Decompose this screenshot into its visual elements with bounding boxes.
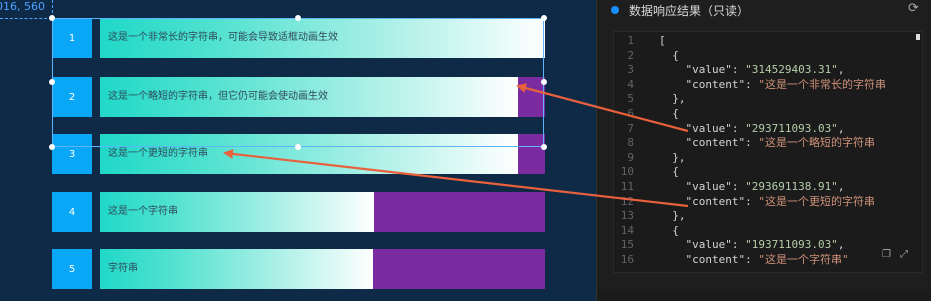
code-line: 5 }, bbox=[614, 93, 920, 105]
line-number: 16 bbox=[620, 253, 634, 266]
line-number: 7 bbox=[627, 121, 634, 135]
expand-icon[interactable]: ⤢ bbox=[900, 249, 908, 260]
resize-handle[interactable] bbox=[541, 79, 547, 85]
bar-row[interactable]: 4 这是一个字符串 bbox=[52, 192, 545, 232]
line-number: 13 bbox=[620, 209, 634, 223]
line-number: 9 bbox=[627, 150, 634, 164]
canvas-area: 016, 560 1 这是一个非常长的字符串，可能会导致适框动画生效 2 这是一… bbox=[0, 0, 596, 301]
code-text: }, bbox=[659, 209, 686, 223]
code-line: 3 "value": "314529403.31", bbox=[614, 64, 920, 76]
row-label: 这是一个更短的字符串 bbox=[108, 148, 208, 159]
row-label: 这是一个非常长的字符串，可能会导致适框动画生效 bbox=[108, 32, 338, 43]
row-index: 1 bbox=[52, 18, 92, 58]
code-line: 14 { bbox=[614, 223, 920, 237]
coordinate-readout: 016, 560 bbox=[0, 0, 45, 13]
code-line: 6 { bbox=[614, 108, 920, 120]
code-line: 7 "value": "293711093.03", bbox=[614, 121, 920, 135]
code-line: 10 { bbox=[614, 166, 920, 178]
code-line: 8 "content": "这是一个略短的字符串 bbox=[614, 137, 920, 149]
editor-scrollbar[interactable] bbox=[916, 34, 920, 40]
copy-icon[interactable]: ❐ bbox=[882, 249, 891, 260]
resize-handle[interactable] bbox=[541, 15, 547, 21]
code-text: "content": "这是一个略短的字符串 bbox=[659, 136, 875, 150]
line-number: 15 bbox=[620, 238, 634, 252]
refresh-icon[interactable]: ⟳ bbox=[908, 1, 919, 16]
code-editor[interactable]: 1[2 {3 "value": "314529403.31", 4 "conten… bbox=[613, 31, 923, 273]
code-line: 11 "value": "293691138.91", bbox=[614, 181, 920, 193]
code-text: "value": "314529403.31", bbox=[659, 63, 845, 77]
code-text: "content": "这是一个非常长的字符串 bbox=[659, 77, 886, 91]
line-number: 11 bbox=[620, 180, 634, 193]
line-number: 14 bbox=[620, 223, 634, 237]
code-text: { bbox=[659, 48, 679, 62]
line-number: 5 bbox=[627, 92, 634, 106]
row-index: 3 bbox=[52, 134, 92, 174]
resize-handle[interactable] bbox=[49, 79, 55, 85]
resize-handle[interactable] bbox=[295, 144, 301, 150]
code-text: "content": "这是一个字符串" bbox=[659, 253, 849, 266]
line-number: 3 bbox=[627, 63, 634, 77]
code-text: "value": "293711093.03", bbox=[659, 121, 845, 135]
panel-header: 数据响应结果（只读） ⟳ bbox=[597, 0, 931, 22]
line-number: 6 bbox=[627, 107, 634, 120]
code-text: }, bbox=[659, 150, 686, 164]
code-text: }, bbox=[659, 92, 686, 106]
line-number: 1 bbox=[627, 34, 634, 47]
row-label: 字符串 bbox=[108, 263, 138, 274]
panel-footer bbox=[597, 290, 931, 301]
resize-handle[interactable] bbox=[295, 15, 301, 21]
line-number: 2 bbox=[627, 48, 634, 62]
code-line: 16 "content": "这是一个字符串" bbox=[614, 254, 920, 266]
row-index: 5 bbox=[52, 249, 92, 289]
bar-row[interactable]: 2 这是一个略短的字符串，但它仍可能会使动画生效 bbox=[52, 77, 545, 117]
code-text: { bbox=[659, 107, 679, 120]
line-number: 8 bbox=[627, 136, 634, 150]
code-text: [ bbox=[659, 34, 666, 47]
code-line: 1[ bbox=[614, 35, 920, 47]
resize-handle[interactable] bbox=[49, 144, 55, 150]
code-text: "content": "这是一个更短的字符串 bbox=[659, 194, 875, 208]
code-line: 15 "value": "193711093.03", bbox=[614, 239, 920, 251]
line-number: 4 bbox=[627, 77, 634, 91]
bar-row[interactable]: 1 这是一个非常长的字符串，可能会导致适框动画生效 bbox=[52, 18, 545, 58]
bar-fill bbox=[100, 249, 373, 289]
code-line: 9 }, bbox=[614, 150, 920, 164]
row-label: 这是一个字符串 bbox=[108, 206, 178, 217]
row-index: 4 bbox=[52, 192, 92, 232]
code-line: 2 { bbox=[614, 48, 920, 62]
line-number: 10 bbox=[620, 165, 634, 179]
code-line: 13 }, bbox=[614, 210, 920, 222]
code-text: "value": "193711093.03", bbox=[659, 238, 845, 252]
panel-title: 数据响应结果（只读） bbox=[629, 4, 750, 18]
code-line: 4 "content": "这是一个非常长的字符串 bbox=[614, 77, 920, 91]
bar-row[interactable]: 3 这是一个更短的字符串 bbox=[52, 134, 545, 174]
bar-row[interactable]: 5 字符串 bbox=[52, 249, 545, 289]
resize-handle[interactable] bbox=[541, 144, 547, 150]
resize-handle[interactable] bbox=[49, 15, 55, 21]
guide-line-horizontal bbox=[0, 18, 52, 19]
line-number: 12 bbox=[620, 194, 634, 208]
code-text: { bbox=[659, 165, 679, 179]
status-dot bbox=[611, 6, 619, 14]
code-text: { bbox=[659, 223, 679, 237]
response-panel: 数据响应结果（只读） ⟳ 1[2 {3 "value": "314529403.… bbox=[596, 0, 931, 301]
code-text: "value": "293691138.91", bbox=[659, 180, 845, 193]
row-index: 2 bbox=[52, 77, 92, 117]
row-label: 这是一个略短的字符串，但它仍可能会使动画生效 bbox=[108, 91, 328, 102]
code-line: 12 "content": "这是一个更短的字符串 bbox=[614, 194, 920, 208]
